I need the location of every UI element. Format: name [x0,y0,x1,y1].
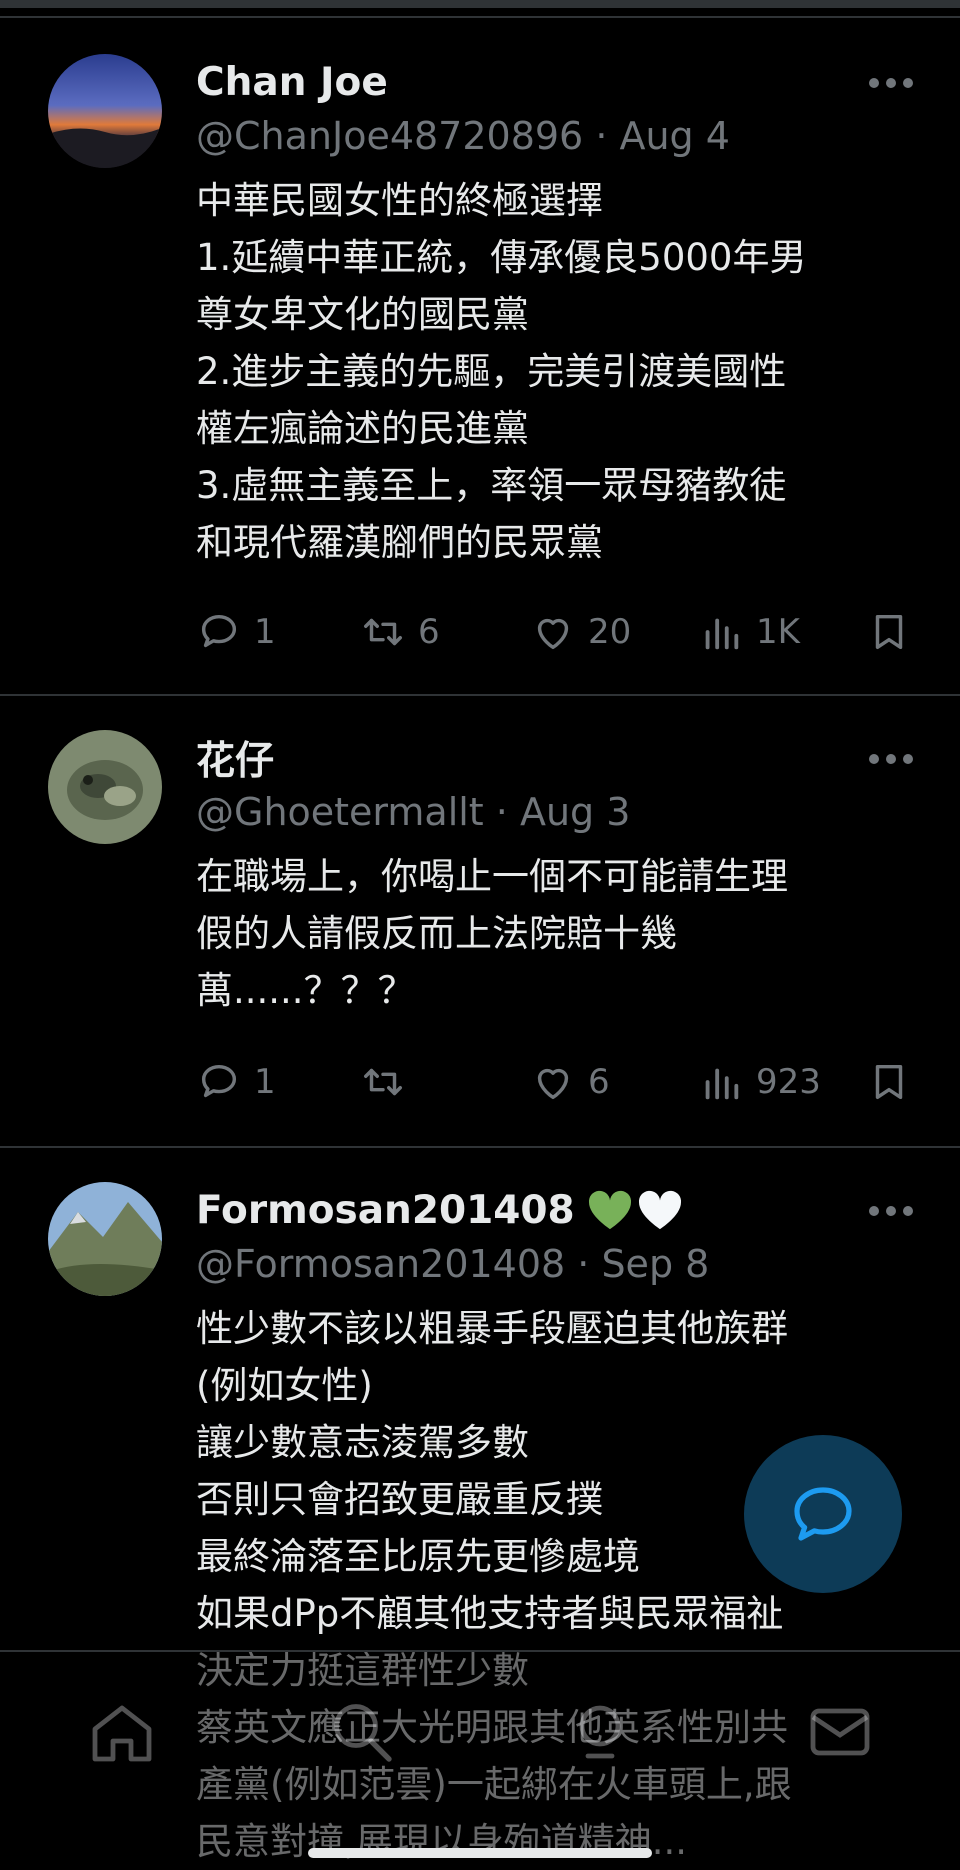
like-count: 6 [588,1062,610,1102]
action-bar: 1 6 923 [196,1054,916,1110]
more-icon [869,754,913,764]
bottom-nav [0,1650,960,1865]
bookmark-icon [875,1064,903,1100]
nav-messages[interactable] [804,1696,876,1768]
more-icon [869,78,913,88]
reply-button[interactable]: 1 [196,1054,276,1110]
status-bar-edge [0,0,960,8]
white-heart-icon [638,1190,681,1230]
tweet-text: 在職場上，你喝止一個不可能請生理 假的人請假反而上法院賠十幾 萬......？？… [196,855,788,1012]
reply-button[interactable]: 1 [196,604,276,660]
green-heart-icon [588,1190,631,1230]
handle-date[interactable]: @Formosan201408 · Sep 8 [196,1242,916,1286]
like-button[interactable]: 20 [530,604,631,660]
more-button[interactable] [868,60,914,106]
display-name[interactable]: Chan Joe [196,60,388,105]
bookmark-icon [875,614,903,650]
retweet-icon [364,618,402,646]
like-button[interactable]: 6 [530,1054,610,1110]
action-bar: 1 6 20 1K [196,604,916,660]
handle-date[interactable]: @Ghoetermallt · Aug 3 [196,790,916,834]
more-button[interactable] [868,736,914,782]
tweet-huazai[interactable]: 花仔 @Ghoetermallt · Aug 3 在職場上，你喝止一個不可能請生… [0,696,960,1146]
views-icon [705,618,739,650]
home-icon [92,1705,152,1762]
reply-icon [201,614,237,648]
avatar[interactable] [48,54,162,168]
compose-message-button[interactable] [744,1435,902,1593]
nav-spaces[interactable] [564,1696,636,1768]
nav-home[interactable] [86,1696,158,1768]
like-count: 20 [588,612,632,652]
retweet-button[interactable] [360,1054,418,1110]
compose-message-icon [794,1487,852,1541]
views-button[interactable]: 1K [698,604,800,660]
nav-search[interactable] [326,1696,398,1768]
reply-count: 1 [254,612,276,652]
more-icon [869,1206,913,1216]
views-count: 1K [756,612,800,652]
reply-icon [201,1064,237,1098]
more-button[interactable] [868,1188,914,1234]
views-icon [705,1068,739,1100]
views-count: 923 [756,1062,821,1102]
messages-icon [810,1708,870,1756]
views-button[interactable]: 923 [698,1054,821,1110]
retweet-button[interactable]: 6 [360,604,440,660]
home-indicator[interactable] [308,1848,652,1858]
search-icon [334,1704,392,1762]
like-icon [537,618,569,650]
display-name[interactable]: 花仔 [196,730,274,786]
display-name[interactable]: Formosan201408 [196,1188,575,1233]
spaces-icon [579,1705,621,1759]
reply-count: 1 [254,1062,276,1102]
handle-date[interactable]: @ChanJoe48720896 · Aug 4 [196,114,916,158]
retweet-icon [364,1068,402,1096]
avatar[interactable] [48,1182,162,1296]
avatar[interactable] [48,730,162,844]
retweet-count: 6 [418,612,440,652]
tweet-chanjoe[interactable]: Chan Joe @ChanJoe48720896 · Aug 4 中華民國女性… [0,18,960,694]
bookmark-button[interactable] [866,1054,912,1110]
bookmark-button[interactable] [866,604,912,660]
like-icon [537,1068,569,1100]
tweet-text: 中華民國女性的終極選擇 1.延續中華正統，傳承優良5000年男 尊女卑文化的國民… [196,179,807,564]
